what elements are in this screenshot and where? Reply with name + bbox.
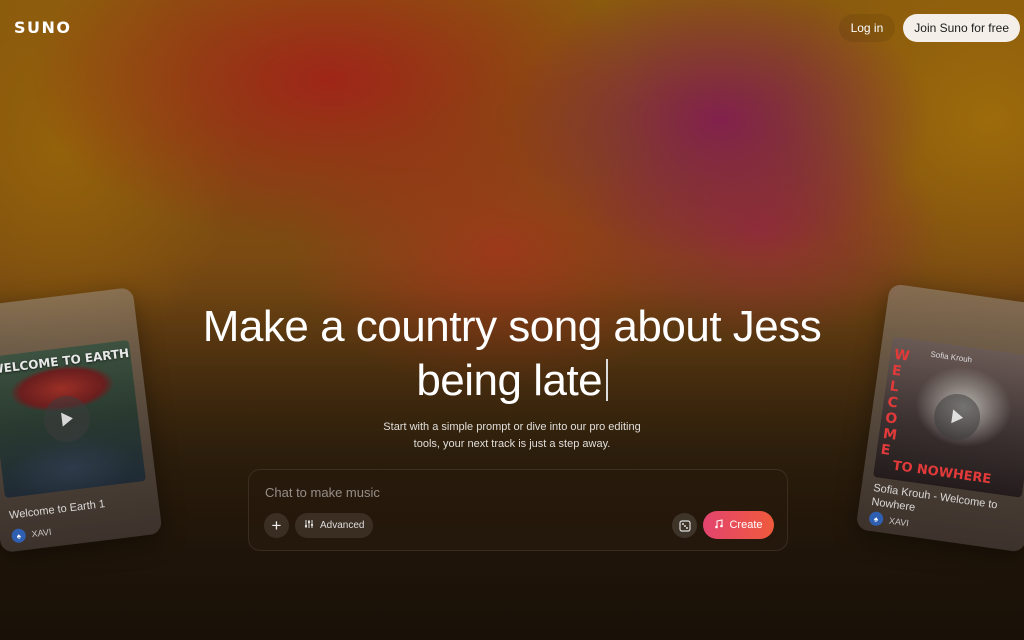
song-artist[interactable]: ♠ XAVI xyxy=(868,510,910,530)
hero-subtitle-line1: Start with a simple prompt or dive into … xyxy=(383,421,641,433)
hero-title-line2: being late xyxy=(416,356,603,405)
cover-art-bottom-text: TO NOWHERE xyxy=(891,458,993,488)
join-button[interactable]: Join Suno for free xyxy=(903,14,1020,42)
hero-subtitle-line2: tools, your next track is just a step aw… xyxy=(413,438,611,450)
artist-avatar: ♠ xyxy=(10,527,27,544)
artist-name: XAVI xyxy=(31,526,52,540)
song-artist[interactable]: ♠ XAVI xyxy=(10,525,52,544)
hero-subtitle: Start with a simple prompt or dive into … xyxy=(362,419,662,453)
music-note-icon xyxy=(714,518,724,532)
artist-name: XAVI xyxy=(888,515,910,529)
artist-avatar: ♠ xyxy=(868,510,885,527)
advanced-label: Advanced xyxy=(320,520,365,531)
text-caret xyxy=(606,359,608,401)
advanced-button[interactable]: Advanced xyxy=(295,513,374,538)
add-button[interactable]: + xyxy=(264,513,289,538)
sliders-icon xyxy=(304,519,314,532)
chat-input[interactable] xyxy=(265,485,665,500)
top-nav: Log in Join Suno for free xyxy=(838,14,1020,42)
login-button[interactable]: Log in xyxy=(838,14,896,42)
create-label: Create xyxy=(729,519,763,531)
suno-logo[interactable]: SUNO xyxy=(14,18,72,37)
dice-icon[interactable] xyxy=(672,513,697,538)
hero-title-line1: Make a country song about Jess xyxy=(202,302,822,351)
song-title[interactable]: Welcome to Earth 1 xyxy=(9,498,106,522)
create-button[interactable]: Create xyxy=(703,511,774,539)
prompt-composer: + Advanced xyxy=(248,469,788,551)
hero-title: Make a country song about Jess being lat… xyxy=(0,300,1024,408)
